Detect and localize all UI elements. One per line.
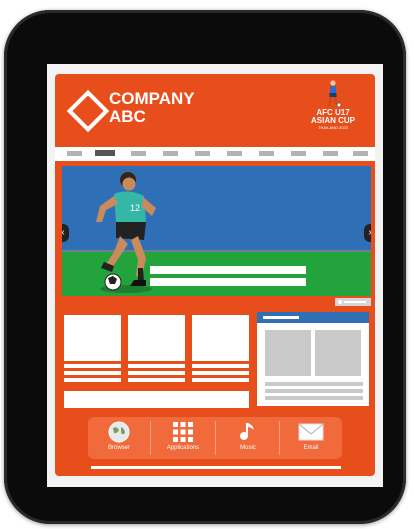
jersey-number: 12 [130, 203, 140, 213]
app-dock: Browser Applications Music Email [88, 417, 342, 459]
pager-bar [344, 301, 366, 303]
sidebar-panel [257, 312, 369, 406]
slide-caption-bar [150, 266, 306, 274]
content-thumbnail[interactable] [128, 315, 185, 361]
sidebar-image[interactable] [315, 330, 361, 376]
nav-item[interactable] [131, 151, 146, 156]
chevron-left-icon: ‹ [62, 227, 65, 238]
content-text-line [192, 364, 249, 368]
site-header: COMPANY ABC AFC U17 ASIAN CUP THAILAND 2… [55, 74, 375, 146]
content-thumbnail[interactable] [64, 315, 121, 361]
dock-browser[interactable]: Browser [88, 417, 150, 459]
nav-item[interactable] [163, 151, 178, 156]
dock-email-label: Email [303, 445, 319, 451]
nav-item[interactable] [259, 151, 274, 156]
dock-applications-label: Applications [166, 445, 200, 451]
content-text-line [64, 378, 121, 382]
nav-item[interactable] [353, 151, 368, 156]
sidebar-title-bar [263, 316, 299, 319]
company-name-line1: COMPANY [109, 89, 195, 108]
content-text-line [192, 378, 249, 382]
nav-item[interactable] [67, 151, 82, 156]
dock-music[interactable]: Music [217, 417, 279, 459]
nav-item[interactable] [323, 151, 338, 156]
slide-caption-bar [150, 278, 306, 286]
sidebar-header [257, 312, 369, 323]
nav-item-active[interactable] [95, 150, 115, 156]
content-text-line [64, 371, 121, 375]
dock-email[interactable]: Email [280, 417, 342, 459]
badge-line3: THAILAND 2023 [318, 125, 348, 130]
sidebar-text-line [265, 396, 363, 400]
dock-applications[interactable]: Applications [152, 417, 214, 459]
dock-separator [215, 421, 216, 455]
slider-pagination[interactable] [335, 298, 371, 306]
envelope-icon [298, 423, 324, 441]
footballer-badge-icon [327, 80, 342, 108]
chevron-right-icon: › [368, 227, 371, 238]
content-text-line [192, 371, 249, 375]
sidebar-text-line [265, 389, 363, 393]
footer-line [91, 466, 341, 469]
slider-prev-button[interactable]: ‹ [62, 224, 69, 242]
hero-slider: 12 ‹ › [62, 166, 371, 296]
company-logo-icon [66, 89, 110, 133]
navigation-bar [55, 147, 375, 161]
dock-music-label: Music [240, 445, 256, 451]
badge-line2: ASIAN CUP [310, 116, 355, 125]
company-name-line2: ABC [109, 107, 146, 126]
sidebar-image[interactable] [265, 330, 311, 376]
globe-icon [108, 421, 130, 443]
nav-item[interactable] [227, 151, 242, 156]
content-text-line [128, 378, 185, 382]
website-mockup: COMPANY ABC AFC U17 ASIAN CUP THAILAND 2… [55, 74, 375, 476]
dock-separator [150, 421, 151, 455]
grid-icon [173, 422, 193, 442]
slider-next-button[interactable]: › [364, 224, 371, 242]
content-thumbnail[interactable] [192, 315, 249, 361]
music-note-icon [240, 423, 254, 440]
sidebar-text-line [265, 382, 363, 386]
pager-dot [338, 300, 342, 304]
content-text-line [128, 371, 185, 375]
tablet-screen: COMPANY ABC AFC U17 ASIAN CUP THAILAND 2… [47, 64, 383, 487]
content-text-line [128, 364, 185, 368]
company-name: COMPANY ABC [109, 90, 195, 126]
nav-item[interactable] [195, 151, 210, 156]
content-text-line [64, 364, 121, 368]
afc-u17-badge: AFC U17 ASIAN CUP THAILAND 2023 [303, 80, 363, 140]
nav-item[interactable] [291, 151, 306, 156]
tablet-frame: COMPANY ABC AFC U17 ASIAN CUP THAILAND 2… [4, 10, 406, 524]
content-banner[interactable] [64, 391, 249, 408]
dock-browser-label: Browser [107, 445, 130, 451]
